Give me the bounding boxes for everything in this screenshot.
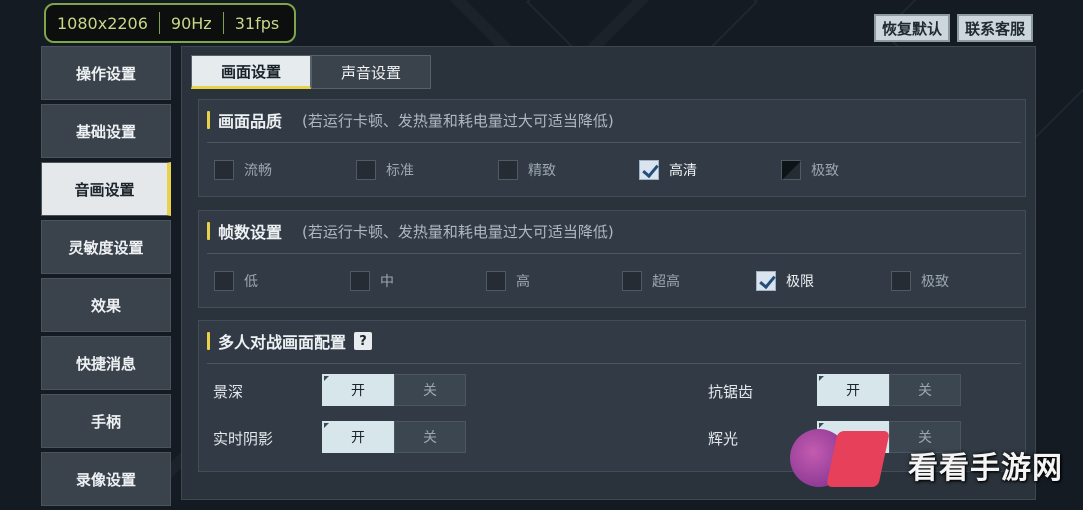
- sidebar-item-effects[interactable]: 效果: [41, 278, 171, 332]
- realtime-shadow-label: 实时阴影: [213, 430, 274, 448]
- quality-option-standard[interactable]: 标准: [356, 160, 414, 180]
- checkbox[interactable]: [214, 271, 234, 291]
- help-icon[interactable]: ?: [354, 332, 373, 350]
- toggle-on-option[interactable]: 开: [322, 374, 394, 406]
- realtime-shadow-toggle[interactable]: 开 关: [322, 421, 466, 453]
- framerate-option-low[interactable]: 低: [214, 271, 258, 291]
- section-note: (若运行卡顿、发热量和耗电量过大可适当降低): [302, 111, 614, 130]
- framerate-option-extreme[interactable]: 极限: [756, 271, 814, 291]
- sidebar-item-controller[interactable]: 手柄: [41, 394, 171, 448]
- fps-readout: 31fps: [234, 13, 280, 33]
- checkbox-disabled: [781, 160, 801, 180]
- toggle-off-option[interactable]: 关: [394, 421, 466, 453]
- watermark-text: 看看手游网: [908, 451, 1063, 486]
- framerate-section: 帧数设置 (若运行卡顿、发热量和耗电量过大可适当降低) 低 中 高 超高 极限 …: [198, 210, 1026, 308]
- anti-aliasing-label: 抗锯齿: [708, 383, 754, 401]
- refresh-readout: 90Hz: [170, 13, 212, 33]
- quality-section: 画面品质 (若运行卡顿、发热量和耗电量过大可适当降低) 流畅 标准 精致 高清 …: [198, 99, 1026, 197]
- tab-bar: 画面设置 声音设置: [191, 55, 431, 89]
- restore-default-button[interactable]: 恢复默认: [874, 14, 951, 42]
- framerate-option-high[interactable]: 高: [486, 271, 530, 291]
- checkbox[interactable]: [350, 271, 370, 291]
- sidebar-item-recording[interactable]: 录像设置: [41, 452, 171, 506]
- section-title: 多人对战画面配置: [218, 333, 347, 352]
- framerate-option-ultimate[interactable]: 极致: [891, 271, 949, 291]
- divider: [207, 142, 1021, 143]
- checkbox-checked[interactable]: [639, 160, 659, 180]
- checkbox[interactable]: [891, 271, 911, 291]
- toggle-on-option[interactable]: 开: [322, 421, 394, 453]
- checkbox-checked[interactable]: [756, 271, 776, 291]
- performance-overlay: 1080x2206 90Hz 31fps: [44, 3, 296, 43]
- sidebar: 操作设置 基础设置 音画设置 灵敏度设置 效果 快捷消息 手柄 录像设置: [41, 46, 171, 510]
- section-title: 画面品质: [218, 112, 283, 131]
- quality-option-ultra: 极致: [781, 160, 839, 180]
- sidebar-item-audio-video[interactable]: 音画设置: [41, 162, 171, 216]
- section-marker: [207, 111, 210, 129]
- anti-aliasing-toggle[interactable]: 开 关: [817, 374, 961, 406]
- sidebar-item-controls[interactable]: 操作设置: [41, 46, 171, 100]
- bloom-label: 辉光: [708, 430, 739, 448]
- depth-of-field-label: 景深: [213, 383, 244, 401]
- section-marker: [207, 332, 210, 350]
- resolution-readout: 1080x2206: [57, 13, 148, 33]
- framerate-option-medium[interactable]: 中: [350, 271, 394, 291]
- quality-option-smooth[interactable]: 流畅: [214, 160, 272, 180]
- watermark: 看看手游网: [790, 425, 1080, 497]
- checkbox[interactable]: [498, 160, 518, 180]
- section-note: (若运行卡顿、发热量和耗电量过大可适当降低): [302, 222, 614, 241]
- sidebar-item-basic[interactable]: 基础设置: [41, 104, 171, 158]
- checkbox[interactable]: [356, 160, 376, 180]
- tab-sound[interactable]: 声音设置: [311, 55, 431, 89]
- tab-graphics[interactable]: 画面设置: [191, 55, 311, 89]
- toggle-on-option[interactable]: 开: [817, 374, 889, 406]
- quality-option-hd[interactable]: 高清: [639, 160, 697, 180]
- checkbox[interactable]: [622, 271, 642, 291]
- section-marker: [207, 222, 210, 240]
- divider: [207, 363, 1021, 364]
- framerate-option-very-high[interactable]: 超高: [622, 271, 680, 291]
- toggle-off-option[interactable]: 关: [889, 374, 961, 406]
- quality-option-fine[interactable]: 精致: [498, 160, 556, 180]
- toggle-off-option[interactable]: 关: [394, 374, 466, 406]
- depth-of-field-toggle[interactable]: 开 关: [322, 374, 466, 406]
- checkbox[interactable]: [486, 271, 506, 291]
- sidebar-item-quick-messages[interactable]: 快捷消息: [41, 336, 171, 390]
- checkbox[interactable]: [214, 160, 234, 180]
- watermark-logo-mark: [826, 431, 890, 487]
- contact-support-button[interactable]: 联系客服: [957, 14, 1034, 42]
- sidebar-item-sensitivity[interactable]: 灵敏度设置: [41, 220, 171, 274]
- divider: [207, 253, 1021, 254]
- section-title: 帧数设置: [218, 223, 283, 242]
